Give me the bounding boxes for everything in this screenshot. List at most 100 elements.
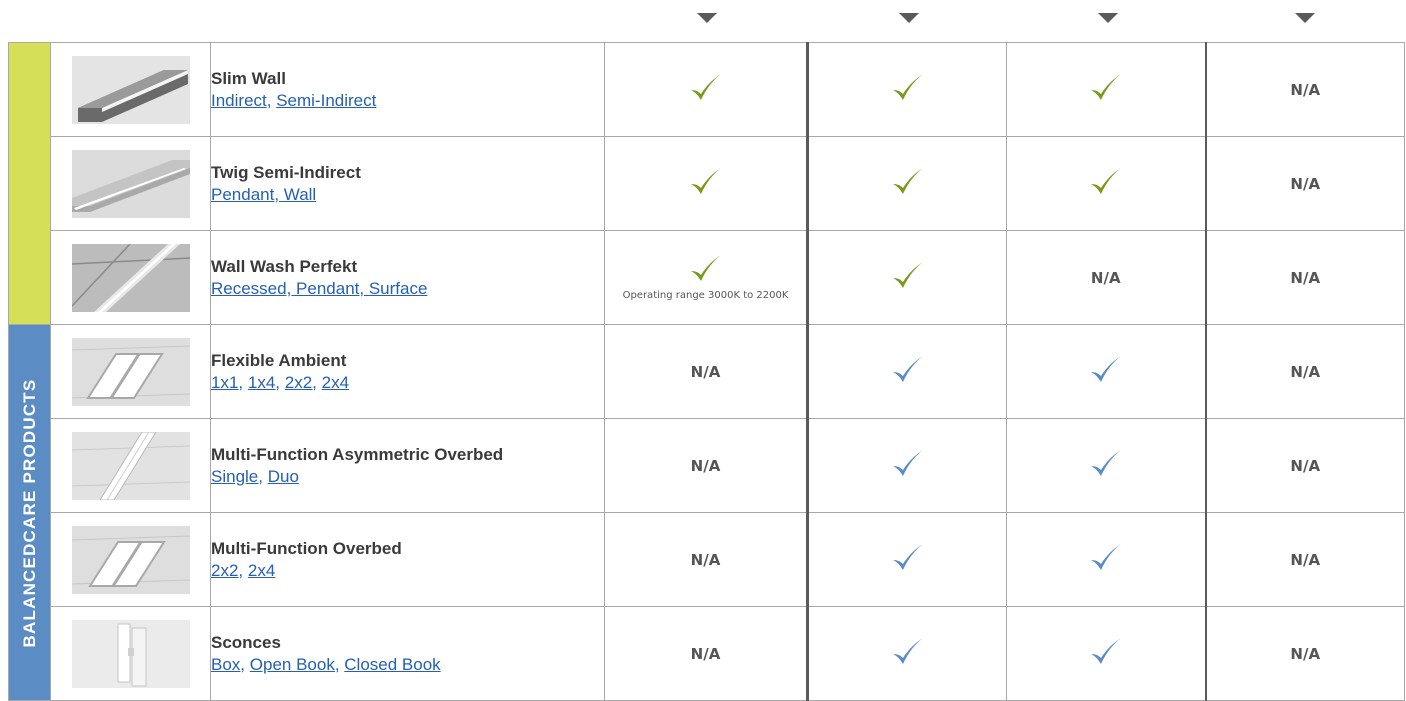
product-links: 1x1, 1x4, 2x2, 2x4 [211, 372, 604, 394]
blue-check-icon [891, 355, 925, 385]
not-applicable-text: N/A [1290, 175, 1321, 193]
green-check-icon [689, 254, 723, 284]
not-applicable-text: N/A [690, 645, 721, 663]
status-cell [1006, 512, 1206, 607]
slim-wall-thumbnail[interactable] [71, 55, 190, 124]
green-check-icon [891, 167, 925, 197]
not-applicable-text: N/A [1090, 269, 1121, 287]
product-link[interactable]: Pendant, Wall [211, 185, 316, 204]
column-3-expand-arrow-icon[interactable] [1098, 13, 1118, 23]
wall-wash-perfekt-thumbnail[interactable] [71, 243, 190, 312]
green-check-icon [689, 73, 723, 103]
table-row: Sconces Box, Open Book, Closed Book N/A … [9, 606, 1405, 701]
not-applicable-text: N/A [1290, 645, 1321, 663]
product-name: Multi-Function Asymmetric Overbed [211, 444, 504, 464]
category-sidebar-green [8, 42, 51, 325]
status-cell: Operating range 3000K to 2200K [604, 230, 808, 325]
table-row: Twig Semi-Indirect Pendant, Wall N/A [9, 136, 1405, 231]
table-row: Multi-Function Asymmetric Overbed Single… [9, 418, 1405, 513]
status-cell [604, 42, 808, 137]
not-applicable-text: N/A [690, 457, 721, 475]
product-link[interactable]: Recessed, Pendant, Surface [211, 279, 427, 298]
product-link[interactable]: 2x2, [285, 373, 317, 392]
product-name: Wall Wash Perfekt [211, 256, 358, 276]
blue-check-icon [1089, 449, 1123, 479]
not-applicable-text: N/A [1290, 269, 1321, 287]
twig-semi-indirect-thumbnail[interactable] [71, 149, 190, 218]
product-link[interactable]: 1x4, [248, 373, 280, 392]
multi-function-overbed-thumbnail[interactable] [71, 525, 190, 594]
green-check-icon [689, 167, 723, 197]
blue-check-icon [1089, 355, 1123, 385]
status-cell [806, 136, 1007, 231]
status-cell: N/A [1204, 418, 1405, 513]
product-link[interactable]: 1x1, [211, 373, 243, 392]
blue-check-icon [891, 637, 925, 667]
operating-range-note: Operating range 3000K to 2200K [622, 290, 789, 301]
comparison-page: Slim Wall Indirect, Semi-Indirect N/A Tw… [0, 0, 1406, 701]
product-name: Sconces [211, 632, 281, 652]
status-cell [1006, 42, 1206, 137]
not-applicable-text: N/A [1290, 81, 1321, 99]
thumbnail-cell [50, 230, 211, 325]
product-comparison-table: Slim Wall Indirect, Semi-Indirect N/A Tw… [8, 42, 1405, 701]
status-cell [1006, 136, 1206, 231]
product-links: Box, Open Book, Closed Book [211, 654, 604, 676]
product-link[interactable]: Box, [211, 655, 245, 674]
column-2-expand-arrow-icon[interactable] [899, 13, 919, 23]
status-cell [806, 42, 1007, 137]
product-link[interactable]: 2x2, [211, 561, 243, 580]
product-link[interactable]: 2x4 [248, 561, 275, 580]
product-links: Indirect, Semi-Indirect [211, 90, 377, 110]
product-link[interactable]: Indirect [211, 91, 267, 110]
thumbnail-cell [50, 42, 211, 137]
product-link[interactable]: Single, [211, 467, 263, 486]
thumbnail-cell [50, 324, 211, 419]
product-link[interactable]: Open Book, [250, 655, 340, 674]
column-4-expand-arrow-icon[interactable] [1295, 13, 1315, 23]
product-links: 2x2, 2x4 [211, 560, 604, 582]
status-cell [1006, 606, 1206, 701]
category-label: BALANCEDCARE PRODUCTS [19, 378, 39, 647]
status-cell: N/A [1204, 324, 1405, 419]
table-row: Wall Wash Perfekt Recessed, Pendant, Sur… [9, 230, 1405, 325]
not-applicable-text: N/A [690, 363, 721, 381]
thumbnail-cell [50, 136, 211, 231]
blue-check-icon [891, 543, 925, 573]
product-link[interactable]: Semi-Indirect [276, 91, 376, 110]
status-cell: N/A [604, 512, 808, 607]
column-1-expand-arrow-icon[interactable] [697, 13, 717, 23]
product-name: Twig Semi-Indirect [211, 162, 361, 182]
not-applicable-text: N/A [1290, 457, 1321, 475]
status-cell: N/A [1204, 512, 1405, 607]
green-check-icon [1089, 73, 1123, 103]
status-cell [806, 606, 1007, 701]
status-cell: N/A [1204, 136, 1405, 231]
status-cell: N/A [1204, 230, 1405, 325]
thumbnail-cell [50, 512, 211, 607]
product-link[interactable]: Duo [268, 467, 299, 486]
not-applicable-text: N/A [1290, 551, 1321, 569]
product-info-cell: Sconces Box, Open Book, Closed Book [210, 606, 605, 701]
blue-check-icon [1089, 637, 1123, 667]
status-cell [1006, 324, 1206, 419]
green-check-icon [891, 73, 925, 103]
table-row: Multi-Function Overbed 2x2, 2x4 N/A N/A [9, 512, 1405, 607]
product-name: Slim Wall [211, 68, 286, 88]
blue-check-icon [1089, 543, 1123, 573]
status-cell: N/A [1204, 606, 1405, 701]
table-row: BALANCEDCARE PRODUCTS Flexible Ambient 1… [8, 324, 1405, 701]
product-info-cell: Wall Wash Perfekt Recessed, Pendant, Sur… [210, 230, 605, 325]
product-link[interactable]: Closed Book [344, 655, 440, 674]
product-link[interactable]: 2x4 [322, 373, 349, 392]
status-cell: N/A [604, 418, 808, 513]
flexible-ambient-thumbnail[interactable] [71, 337, 190, 406]
asymmetric-overbed-thumbnail[interactable] [71, 431, 190, 500]
status-cell: N/A [604, 324, 808, 419]
sconces-thumbnail[interactable] [71, 619, 190, 688]
not-applicable-text: N/A [1290, 363, 1321, 381]
status-cell [604, 136, 808, 231]
category-sidebar-blue: BALANCEDCARE PRODUCTS [8, 324, 51, 701]
thumbnail-cell [50, 606, 211, 701]
product-info-cell: Multi-Function Asymmetric Overbed Single… [210, 418, 605, 513]
